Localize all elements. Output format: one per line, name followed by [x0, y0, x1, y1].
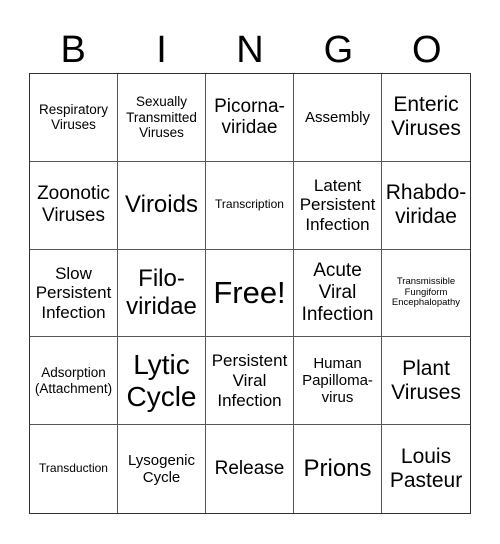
- bingo-cell[interactable]: Acute Viral Infection: [294, 249, 382, 338]
- bingo-cell[interactable]: Respiratory Viruses: [30, 74, 118, 162]
- bingo-cell[interactable]: Transcription: [206, 161, 294, 250]
- bingo-cell[interactable]: Rhabdo- viridae: [382, 162, 470, 250]
- bingo-cell[interactable]: Zoonotic Viruses: [30, 161, 118, 250]
- bingo-cell[interactable]: Viroids: [118, 161, 206, 250]
- header-letter-b: B: [60, 29, 86, 71]
- bingo-header: B I N G O: [29, 28, 471, 73]
- bingo-cell[interactable]: Prions: [294, 425, 382, 513]
- bingo-cell[interactable]: Release: [206, 425, 294, 513]
- bingo-cell[interactable]: Latent Persistent Infection: [294, 161, 382, 250]
- bingo-cell[interactable]: Slow Persistent Infection: [30, 249, 118, 338]
- bingo-cell[interactable]: Louis Pasteur: [382, 425, 470, 513]
- header-letter-i: I: [156, 29, 167, 71]
- bingo-cell[interactable]: Enteric Viruses: [382, 74, 470, 162]
- bingo-cell[interactable]: Plant Viruses: [382, 337, 470, 426]
- bingo-cell[interactable]: Lysogenic Cycle: [118, 425, 206, 513]
- bingo-cell[interactable]: Filo- viridae: [118, 249, 206, 338]
- bingo-cell[interactable]: Transduction: [30, 425, 118, 513]
- bingo-board: Respiratory Viruses Sexually Transmitted…: [29, 73, 471, 514]
- free-space-cell[interactable]: Free!: [206, 249, 294, 338]
- bingo-cell[interactable]: Transmissible Fungiform Encephalopathy: [382, 250, 470, 338]
- header-letter-g: G: [323, 29, 354, 71]
- bingo-cell[interactable]: Picorna- viridae: [206, 74, 294, 162]
- bingo-cell[interactable]: Assembly: [294, 74, 382, 162]
- bingo-cell[interactable]: Adsorption (Attachment): [30, 337, 118, 426]
- bingo-cell[interactable]: Lytic Cycle: [118, 337, 206, 426]
- header-letter-n: N: [236, 29, 264, 71]
- bingo-cell[interactable]: Human Papilloma- virus: [294, 337, 382, 426]
- bingo-cell[interactable]: Sexually Transmitted Viruses: [118, 74, 206, 162]
- header-letter-o: O: [411, 29, 442, 71]
- bingo-cell[interactable]: Persistent Viral Infection: [206, 337, 294, 426]
